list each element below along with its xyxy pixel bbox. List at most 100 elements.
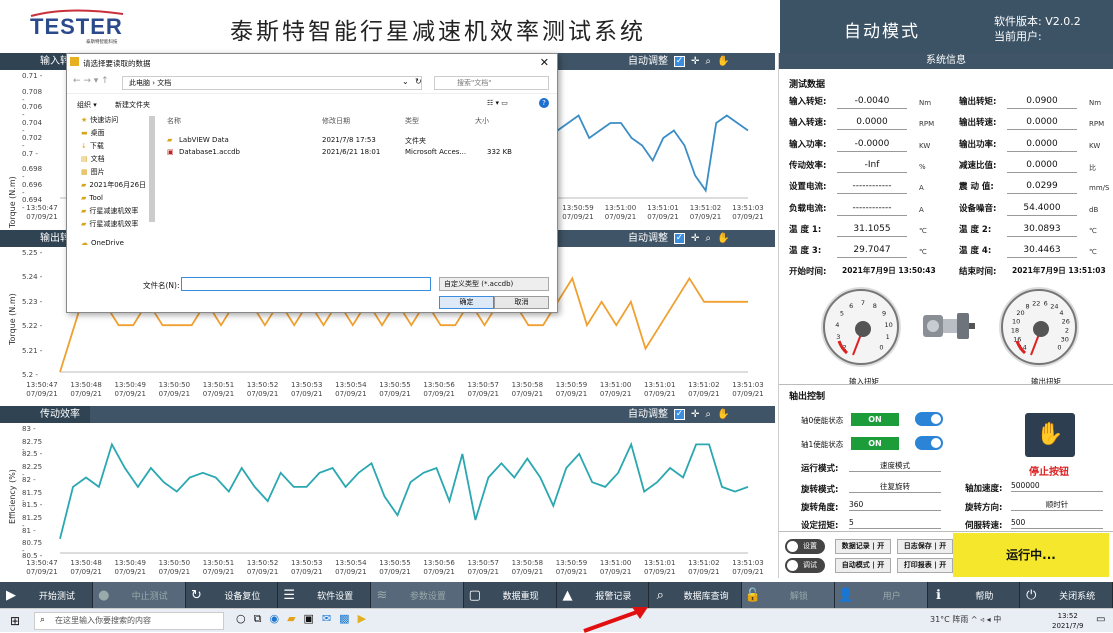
tree-item[interactable]: ▤ 文档 <box>81 153 157 166</box>
auto-adjust-checkbox[interactable]: ✓ <box>674 56 685 67</box>
x-tick-date: 07/09/21 <box>605 213 636 221</box>
x-tick-label: 13:50:59 <box>556 381 587 389</box>
auto-adjust-checkbox[interactable]: ✓ <box>674 409 685 420</box>
taskbar-clock[interactable]: 13:52 2021/7/9 <box>1052 611 1083 631</box>
col-name-header[interactable]: 名称 <box>167 116 181 126</box>
pan-hand-icon[interactable]: ✋ <box>717 230 729 247</box>
ime-indicator[interactable]: 中 <box>993 615 1001 624</box>
button-4[interactable]: ≋ 参数设置 <box>371 582 464 608</box>
button-2[interactable]: ↻ 设备复位 <box>186 582 279 608</box>
run-mode-select[interactable]: 速度模式 <box>849 459 941 472</box>
settings-toggle[interactable]: 设置 <box>785 539 825 554</box>
taskbar-search-box[interactable]: 在这里输入你要搜索的内容 <box>34 612 224 630</box>
stop-button[interactable]: ✋ <box>1025 413 1075 457</box>
refresh-icon[interactable]: ↻ <box>415 77 422 86</box>
button-11[interactable]: ⏻ 关闭系统 <box>1020 582 1113 608</box>
address-bar[interactable]: 此电脑 › 文档 <box>122 76 422 90</box>
efficiency-plot[interactable]: 13:50:4707/09/2113:50:4807/09/2113:50:49… <box>0 423 775 580</box>
organize-button[interactable]: 组织 ▾ <box>77 100 97 110</box>
ok-button[interactable]: 确定 <box>439 296 494 309</box>
file-explorer-icon[interactable]: ▰ <box>287 612 295 626</box>
tree-item[interactable]: ▦ 图片 <box>81 166 157 179</box>
crosshair-icon[interactable]: ✛ <box>691 406 699 423</box>
x-tick-date: 07/09/21 <box>26 390 57 398</box>
pan-hand-icon[interactable]: ✋ <box>717 53 729 70</box>
button-icon: 🔓 <box>744 587 762 603</box>
file-type-select[interactable]: 自定义类型 (*.accdb) <box>439 277 549 291</box>
auto-adjust-checkbox[interactable]: ✓ <box>674 233 685 244</box>
col-size-header[interactable]: 大小 <box>475 116 489 126</box>
pan-hand-icon[interactable]: ✋ <box>717 406 729 423</box>
button-9[interactable]: 👤 用户 <box>834 582 928 608</box>
x-tick-date: 07/09/21 <box>732 213 763 221</box>
axis1-enable-switch[interactable] <box>915 436 943 450</box>
crosshair-icon[interactable]: ✛ <box>691 230 699 247</box>
tree-item[interactable]: ☁ OneDrive <box>81 237 157 250</box>
col-date-header[interactable]: 修改日期 <box>322 116 350 126</box>
view-options-icon[interactable]: ☷ ▾ ▭ <box>487 99 508 107</box>
gauge-hub <box>1033 321 1049 337</box>
col-type-header[interactable]: 类型 <box>405 116 419 126</box>
tree-item[interactable]: ↓ 下载 <box>81 140 157 153</box>
cortana-icon[interactable]: ○ <box>236 612 246 626</box>
mail-icon[interactable]: ✉ <box>322 612 331 626</box>
rotation-angle-input[interactable]: 360 <box>849 498 941 511</box>
chevron-down-icon[interactable]: ⌄ <box>402 77 409 86</box>
button-10[interactable]: ℹ 帮助 <box>928 582 1021 608</box>
tree-item[interactable]: ▰ 行星减速机效率 <box>81 205 157 218</box>
hand-stop-icon: ✋ <box>1036 422 1064 447</box>
gauge-tick-label: 0 <box>1057 343 1061 351</box>
new-folder-button[interactable]: 新建文件夹 <box>115 100 150 110</box>
zoom-icon[interactable]: ⌕ <box>705 230 711 247</box>
x-tick-label: 13:50:47 <box>26 204 57 212</box>
rotation-mode-select[interactable]: 往复旋转 <box>849 480 941 493</box>
tree-item[interactable]: ▰ 行星减速机效率 <box>81 218 157 231</box>
button-1[interactable]: ● 中止测试 <box>92 582 186 608</box>
button-5[interactable]: ▢ 数据重现 <box>464 582 557 608</box>
button-8[interactable]: 🔓 解锁 <box>742 582 835 608</box>
set-torque-input[interactable]: 5 <box>849 516 941 529</box>
task-view-icon[interactable]: ⧉ <box>254 612 262 626</box>
debug-toggle[interactable]: 调试 <box>785 558 825 573</box>
windows-start-icon[interactable]: ⊞ <box>10 614 20 628</box>
gauge-tick-label: 6 <box>1044 299 1048 307</box>
notification-icon[interactable]: ▭ <box>1096 614 1105 625</box>
button-0[interactable]: ▶ 开始测试 <box>0 582 93 608</box>
store-icon[interactable]: ▣ <box>304 612 314 626</box>
tree-item[interactable]: ★ 快速访问 <box>81 114 157 127</box>
print-report-button[interactable]: 打印报表 | 开 <box>897 558 953 573</box>
crosshair-icon[interactable]: ✛ <box>691 53 699 70</box>
rotation-direction-select[interactable]: 顺时针 <box>1011 498 1103 511</box>
nav-arrows-icon[interactable]: ← → ▾ ↑ <box>73 76 109 86</box>
tray-icons[interactable]: ^ ◃ ◂ <box>971 615 993 624</box>
servo-speed-input[interactable]: 500 <box>1011 516 1103 529</box>
x-tick-date: 07/09/21 <box>379 390 410 398</box>
tree-item[interactable]: ▬ 桌面 <box>81 127 157 140</box>
weather-text[interactable]: 31°C 阵雨 <box>930 615 968 624</box>
gauge-tick-label: 18 <box>1011 327 1019 335</box>
zoom-icon[interactable]: ⌕ <box>705 53 711 70</box>
axis-accel-input[interactable]: 500000 <box>1011 479 1103 492</box>
gauge-tick-label: 26 <box>1062 317 1070 325</box>
button-7[interactable]: ⌕ 数据库查询 <box>649 582 742 608</box>
edge-icon[interactable]: ◉ <box>269 612 279 626</box>
data-record-button[interactable]: 数据记录 | 开 <box>835 539 891 554</box>
filename-input[interactable] <box>181 277 431 291</box>
zoom-icon[interactable]: ⌕ <box>705 406 711 423</box>
app-icon[interactable]: ▩ <box>339 612 349 626</box>
tree-item[interactable]: ▰ Tool <box>81 192 157 205</box>
auto-mode-button[interactable]: 自动模式 | 开 <box>835 558 891 573</box>
dialog-search-input[interactable]: 搜索"文档" <box>434 76 549 90</box>
labview-icon[interactable]: ▶ <box>358 612 366 626</box>
metric-right-value: 0.0000 <box>1007 116 1077 131</box>
tree-item[interactable]: ▰ 2021年06月26日 <box>81 179 157 192</box>
close-icon[interactable]: ✕ <box>540 56 549 69</box>
tree-scrollbar[interactable] <box>149 116 155 222</box>
axis0-enable-switch[interactable] <box>915 412 943 426</box>
running-status: 运行中... <box>953 533 1109 577</box>
help-icon[interactable]: ? <box>539 98 549 108</box>
button-3[interactable]: ☰ 软件设置 <box>278 582 371 608</box>
cancel-button[interactable]: 取消 <box>494 296 549 309</box>
log-save-button[interactable]: 日志保存 | 开 <box>897 539 953 554</box>
metric-right-unit: Nm <box>1089 99 1102 107</box>
